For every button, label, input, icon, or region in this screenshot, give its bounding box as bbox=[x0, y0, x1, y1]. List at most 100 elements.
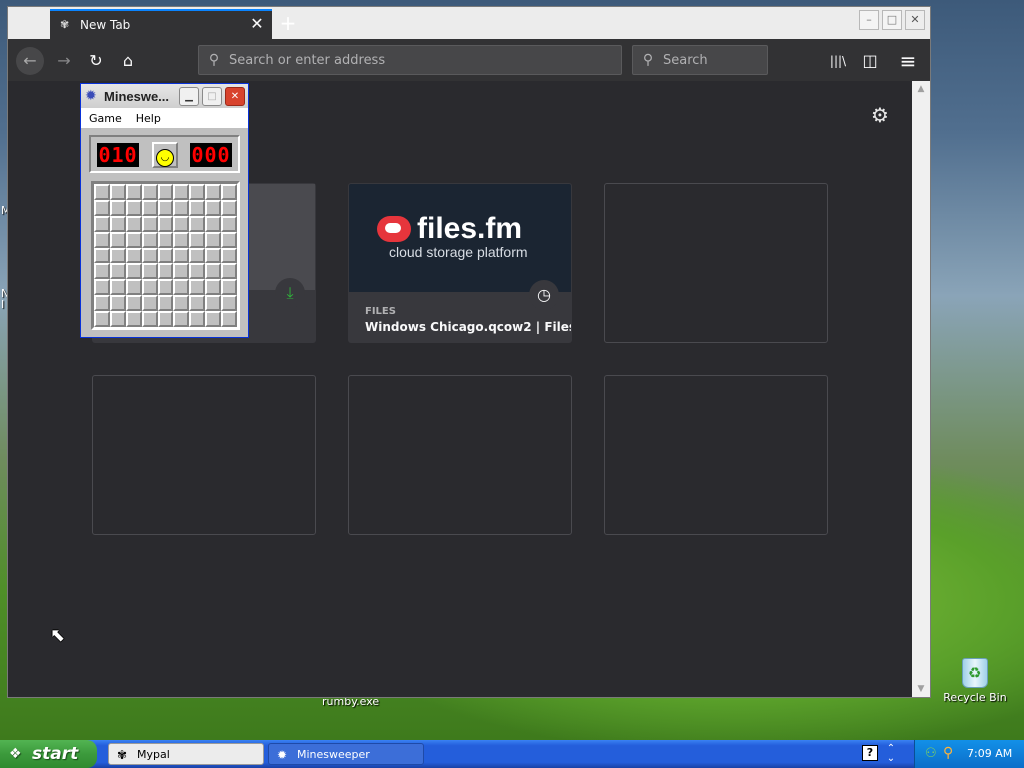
mine-cell[interactable] bbox=[173, 311, 190, 327]
mine-cell[interactable] bbox=[173, 199, 190, 216]
maximize-button[interactable]: □ bbox=[202, 87, 222, 106]
back-button[interactable]: ← bbox=[16, 47, 44, 75]
scroll-up-arrow-icon[interactable]: ▲ bbox=[912, 81, 930, 97]
mine-cell[interactable] bbox=[173, 247, 190, 264]
mine-cell[interactable] bbox=[94, 311, 110, 327]
mine-cell[interactable] bbox=[157, 247, 174, 264]
empty-top-site-slot[interactable] bbox=[604, 183, 828, 343]
mine-cell[interactable] bbox=[205, 231, 222, 248]
mine-cell[interactable] bbox=[189, 279, 206, 296]
smiley-face-button[interactable]: ◡ bbox=[152, 142, 178, 168]
mine-cell[interactable] bbox=[173, 295, 190, 312]
mine-cell[interactable] bbox=[141, 263, 158, 280]
mine-cell[interactable] bbox=[205, 215, 222, 232]
mine-cell[interactable] bbox=[125, 184, 142, 200]
empty-top-site-slot[interactable] bbox=[604, 375, 828, 535]
mine-cell[interactable] bbox=[141, 199, 158, 216]
mine-cell[interactable] bbox=[221, 263, 237, 280]
mine-cell[interactable] bbox=[109, 247, 126, 264]
minimize-button[interactable]: ▁ bbox=[179, 87, 199, 106]
minesweeper-title-bar[interactable]: ✹ Mineswe... ▁ □ ✕ bbox=[81, 84, 248, 108]
mine-cell[interactable] bbox=[109, 311, 126, 327]
window-close-button[interactable]: ✕ bbox=[905, 10, 925, 30]
mine-cell[interactable] bbox=[141, 184, 158, 200]
mine-cell[interactable] bbox=[141, 295, 158, 312]
vertical-scrollbar[interactable]: ▲ ▼ bbox=[912, 81, 930, 697]
mine-cell[interactable] bbox=[125, 279, 142, 296]
reload-button[interactable]: ↻ bbox=[82, 47, 110, 75]
mine-cell[interactable] bbox=[157, 311, 174, 327]
show-hidden-icons-chevron-icon[interactable]: ⌃ ⌄ bbox=[884, 744, 898, 764]
mine-cell[interactable] bbox=[94, 279, 110, 296]
recycle-bin[interactable]: Recycle Bin bbox=[942, 658, 1008, 704]
tab-new-tab[interactable]: ✾ New Tab ✕ bbox=[50, 9, 272, 39]
menu-game[interactable]: Game bbox=[89, 112, 122, 125]
mine-cell[interactable] bbox=[125, 215, 142, 232]
mine-cell[interactable] bbox=[125, 231, 142, 248]
mine-cell[interactable] bbox=[109, 279, 126, 296]
taskbar-item-minesweeper[interactable]: ✹ Minesweeper bbox=[268, 743, 424, 765]
mine-cell[interactable] bbox=[157, 215, 174, 232]
mine-cell[interactable] bbox=[221, 295, 237, 312]
mine-cell[interactable] bbox=[141, 231, 158, 248]
mine-cell[interactable] bbox=[221, 199, 237, 216]
mine-cell[interactable] bbox=[189, 263, 206, 280]
mine-cell[interactable] bbox=[94, 184, 110, 200]
help-icon[interactable]: ? bbox=[862, 745, 878, 761]
mine-cell[interactable] bbox=[205, 295, 222, 312]
mine-cell[interactable] bbox=[205, 263, 222, 280]
mine-cell[interactable] bbox=[125, 295, 142, 312]
mine-cell[interactable] bbox=[205, 247, 222, 264]
mine-cell[interactable] bbox=[125, 263, 142, 280]
tab-close-icon[interactable]: ✕ bbox=[248, 15, 266, 33]
mine-cell[interactable] bbox=[94, 247, 110, 264]
mine-cell[interactable] bbox=[173, 215, 190, 232]
search-tray-icon[interactable]: ⚲ bbox=[943, 745, 953, 761]
address-bar[interactable]: ⚲ Search or enter address bbox=[198, 45, 622, 75]
mine-cell[interactable] bbox=[221, 231, 237, 248]
menu-help[interactable]: Help bbox=[136, 112, 161, 125]
search-bar[interactable]: ⚲ Search bbox=[632, 45, 768, 75]
mine-cell[interactable] bbox=[205, 199, 222, 216]
mine-cell[interactable] bbox=[157, 199, 174, 216]
mine-cell[interactable] bbox=[173, 231, 190, 248]
mine-cell[interactable] bbox=[157, 279, 174, 296]
empty-top-site-slot[interactable] bbox=[92, 375, 316, 535]
close-button[interactable]: ✕ bbox=[225, 87, 245, 106]
mine-cell[interactable] bbox=[125, 199, 142, 216]
forward-button[interactable]: → bbox=[50, 47, 78, 75]
mine-cell[interactable] bbox=[221, 215, 237, 232]
mine-cell[interactable] bbox=[173, 184, 190, 200]
mine-cell[interactable] bbox=[205, 279, 222, 296]
mine-cell[interactable] bbox=[205, 311, 222, 327]
mine-cell[interactable] bbox=[94, 199, 110, 216]
mine-cell[interactable] bbox=[141, 215, 158, 232]
mine-cell[interactable] bbox=[94, 231, 110, 248]
mine-cell[interactable] bbox=[173, 263, 190, 280]
mine-cell[interactable] bbox=[125, 311, 142, 327]
mine-cell[interactable] bbox=[189, 231, 206, 248]
mine-cell[interactable] bbox=[189, 199, 206, 216]
empty-top-site-slot[interactable] bbox=[348, 375, 572, 535]
mine-cell[interactable] bbox=[189, 295, 206, 312]
mine-cell[interactable] bbox=[141, 247, 158, 264]
mine-cell[interactable] bbox=[109, 199, 126, 216]
mine-cell[interactable] bbox=[157, 295, 174, 312]
start-button[interactable]: ❖ start bbox=[0, 740, 97, 768]
mine-cell[interactable] bbox=[109, 184, 126, 200]
mine-cell[interactable] bbox=[157, 263, 174, 280]
scroll-down-arrow-icon[interactable]: ▼ bbox=[912, 681, 930, 697]
mine-cell[interactable] bbox=[109, 263, 126, 280]
mine-cell[interactable] bbox=[141, 279, 158, 296]
mine-cell[interactable] bbox=[157, 184, 174, 200]
mine-cell[interactable] bbox=[221, 279, 237, 296]
mine-cell[interactable] bbox=[205, 184, 222, 200]
mine-cell[interactable] bbox=[125, 247, 142, 264]
mine-cell[interactable] bbox=[109, 295, 126, 312]
mine-cell[interactable] bbox=[189, 215, 206, 232]
mine-cell[interactable] bbox=[157, 231, 174, 248]
hamburger-menu-button[interactable]: ≡ bbox=[894, 47, 922, 75]
mine-cell[interactable] bbox=[94, 215, 110, 232]
home-button[interactable]: ⌂ bbox=[114, 47, 142, 75]
mine-cell[interactable] bbox=[109, 231, 126, 248]
